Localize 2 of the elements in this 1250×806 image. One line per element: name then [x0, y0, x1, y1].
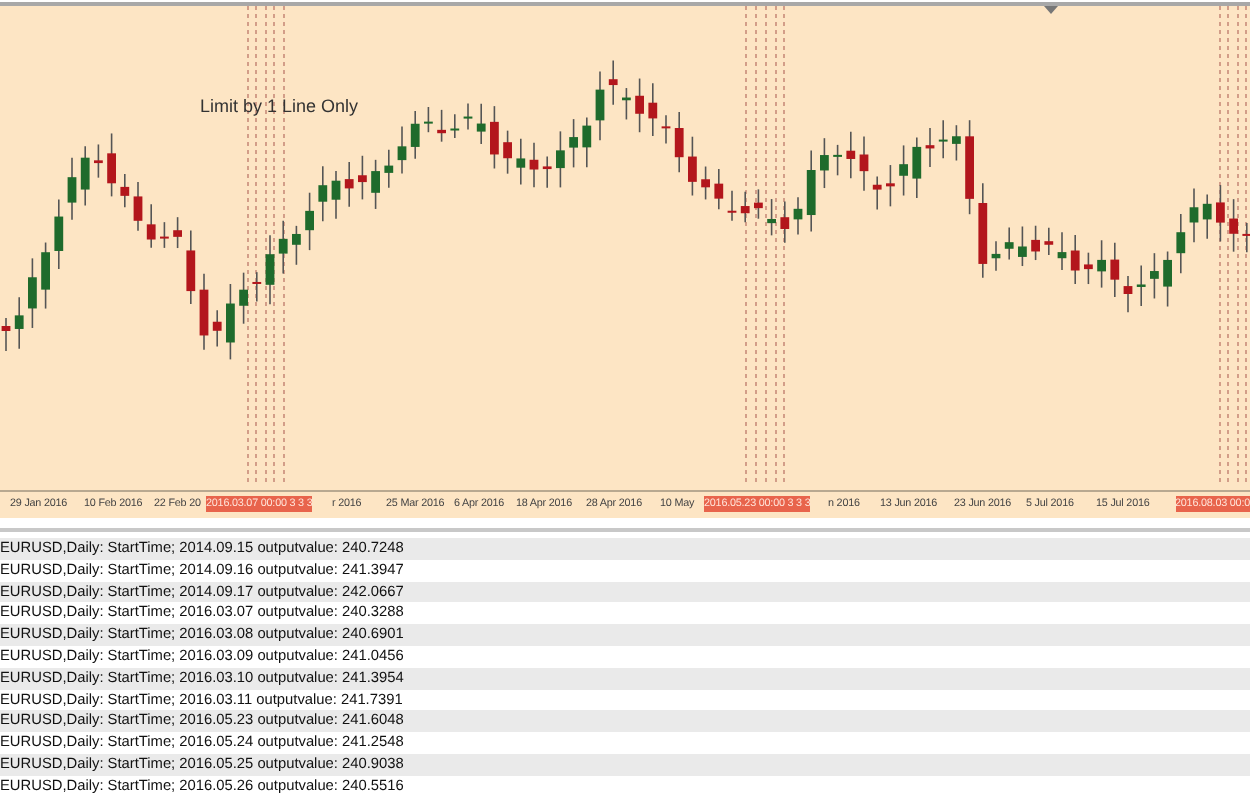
- chart-annotation: Limit by 1 Line Only: [200, 96, 359, 116]
- down-triangle-icon: [1044, 6, 1058, 14]
